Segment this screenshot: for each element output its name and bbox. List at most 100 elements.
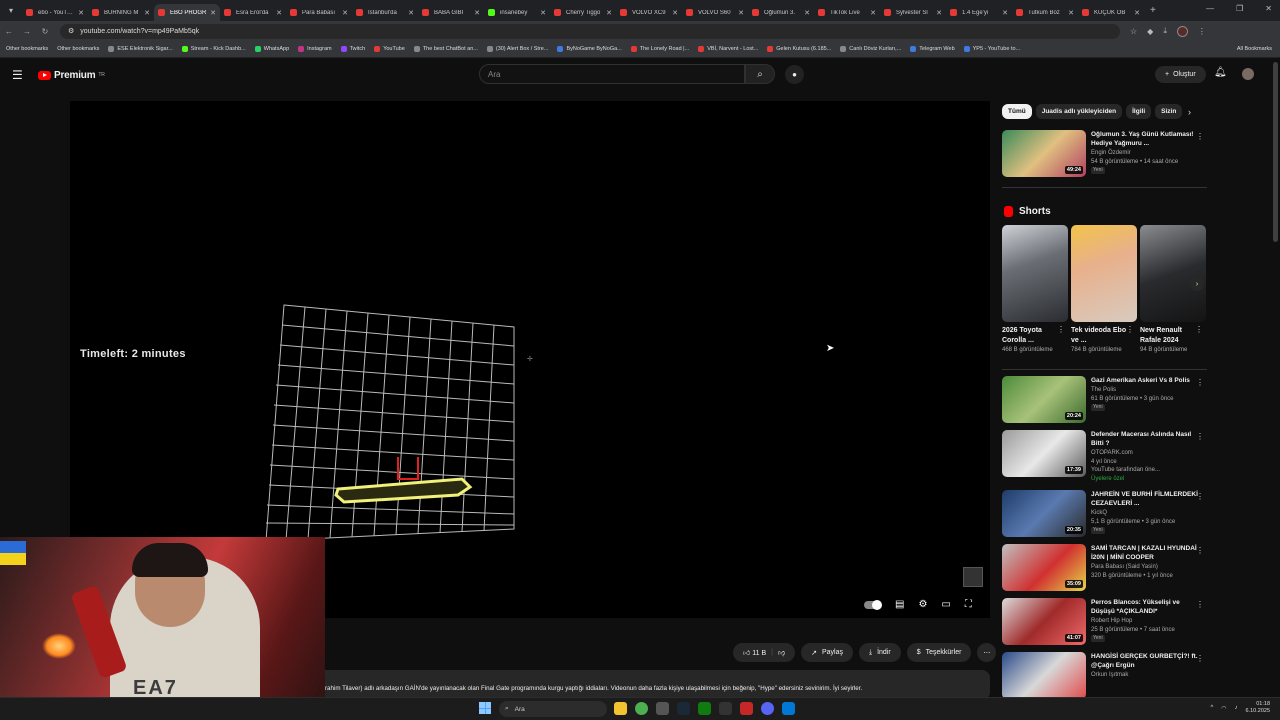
- minimize-icon[interactable]: —: [1206, 4, 1214, 13]
- tab-close-icon[interactable]: ✕: [1134, 9, 1140, 17]
- recommended-video[interactable]: 17:39 Defender Macerası Aslında Nasıl Bit…: [1002, 430, 1207, 483]
- browser-tab[interactable]: ebo - YouTube ✕: [22, 4, 88, 21]
- bookmark-item[interactable]: (30) Alert Box / Stre...: [486, 46, 548, 52]
- xbox-icon[interactable]: [698, 702, 711, 715]
- tab-close-icon[interactable]: ✕: [210, 9, 216, 17]
- short-thumbnail[interactable]: [1140, 225, 1206, 322]
- video-channel[interactable]: Robert Hip Hop: [1091, 617, 1201, 626]
- like-button[interactable]: 👍︎ 11 B: [743, 648, 766, 657]
- tab-close-icon[interactable]: ✕: [870, 9, 876, 17]
- bookmark-item[interactable]: Telegram Web: [910, 46, 955, 52]
- windows-start-icon[interactable]: [479, 702, 491, 714]
- browser-tab[interactable]: KÜÇÜK OB ✕: [1078, 4, 1144, 21]
- back-icon[interactable]: ←: [0, 27, 18, 36]
- short-thumbnail[interactable]: [1002, 225, 1068, 322]
- video-channel[interactable]: OTOPARK.com: [1091, 449, 1201, 458]
- recommended-video[interactable]: 41:07 Perros Blancos: Yükselişi ve Düşüşü…: [1002, 598, 1207, 645]
- browser-tab[interactable]: Esra Erol'da ✕: [220, 4, 286, 21]
- video-title[interactable]: HANGİSİ GERÇEK GURBETÇİ?! ft. @Çağrı Erg…: [1091, 652, 1201, 670]
- short-menu-icon[interactable]: ⋮: [1195, 325, 1203, 334]
- fullscreen-icon[interactable]: ⛶: [965, 599, 972, 610]
- recommended-video[interactable]: HANGİSİ GERÇEK GURBETÇİ?! ft. @Çağrı Erg…: [1002, 652, 1207, 699]
- forward-icon[interactable]: →: [18, 27, 36, 36]
- subtitles-icon[interactable]: ▤: [895, 599, 904, 610]
- tab-close-icon[interactable]: ✕: [672, 9, 678, 17]
- video-menu-icon[interactable]: ⋮: [1196, 546, 1204, 555]
- bookmark-item[interactable]: VBİ, Narvent - Lost...: [698, 46, 758, 52]
- close-window-icon[interactable]: ✕: [1265, 4, 1272, 13]
- browser-tab[interactable]: VOLVO S60 ✕: [682, 4, 748, 21]
- tab-close-icon[interactable]: ✕: [342, 9, 348, 17]
- bookmark-item[interactable]: WhatsApp: [254, 46, 289, 52]
- browser-tab[interactable]: Oğlumun 3. ✕: [748, 4, 814, 21]
- restore-icon[interactable]: ❐: [1236, 4, 1243, 13]
- tab-close-icon[interactable]: ✕: [1068, 9, 1074, 17]
- filter-chip[interactable]: Sizin: [1155, 103, 1183, 119]
- volume-icon[interactable]: ♪: [1235, 705, 1238, 711]
- bookmark-item[interactable]: YouTube: [374, 46, 405, 52]
- video-menu-icon[interactable]: ⋮: [1196, 654, 1204, 663]
- recommended-video[interactable]: 20:24 Gazi Amerikan Askeri Vs 8 Polis The …: [1002, 376, 1207, 423]
- dislike-button[interactable]: 👎︎: [778, 648, 785, 657]
- browser-tab[interactable]: TikTok Live ✕: [814, 4, 880, 21]
- tab-close-icon[interactable]: ✕: [408, 9, 414, 17]
- video-title[interactable]: Gazi Amerikan Askeri Vs 8 Polis: [1091, 376, 1201, 385]
- video-title[interactable]: Defender Macerası Aslında Nasıl Bitti ?: [1091, 430, 1201, 448]
- site-info-icon[interactable]: ⚙: [68, 27, 74, 35]
- taskbar-clock[interactable]: 01:18 6.10.2025: [1246, 701, 1270, 715]
- bookmark-item[interactable]: Instagram: [298, 46, 332, 52]
- chips-next-icon[interactable]: ›: [1188, 107, 1191, 117]
- video-channel[interactable]: KickQ: [1091, 509, 1201, 518]
- video-thumbnail[interactable]: 49:24: [1002, 130, 1086, 177]
- browser-tab[interactable]: BABA GİBİ ✕: [418, 4, 484, 21]
- video-title[interactable]: Perros Blancos: Yükselişi ve Düşüşü *AÇI…: [1091, 598, 1201, 616]
- tab-close-icon[interactable]: ✕: [78, 9, 84, 17]
- browser-tab[interactable]: Cherry Tiggo ✕: [550, 4, 616, 21]
- short-menu-icon[interactable]: ⋮: [1126, 325, 1134, 334]
- video-menu-icon[interactable]: ⋮: [1196, 600, 1204, 609]
- tray-chevron-icon[interactable]: ^: [1210, 705, 1213, 711]
- browser-tab[interactable]: Tutkum Boz ✕: [1012, 4, 1078, 21]
- download-button[interactable]: ⤓ İndir: [858, 643, 901, 662]
- browser-tab[interactable]: Para Babası ✕: [286, 4, 352, 21]
- video-title[interactable]: JAHREİN VE BURHİ FİLMLERDEKİ CEZAEVLERİ …: [1091, 490, 1201, 508]
- app-red-icon[interactable]: [740, 702, 753, 715]
- video-channel[interactable]: Para Babası (Said Yasin): [1091, 563, 1201, 572]
- filter-chip[interactable]: İlgili: [1126, 103, 1152, 119]
- browser-tab[interactable]: İstanbul'da ✕: [352, 4, 418, 21]
- top-recommended-video[interactable]: 49:24 Oğlumun 3. Yaş Günü Kutlaması! Hed…: [1002, 130, 1207, 177]
- discord-icon[interactable]: [761, 702, 774, 715]
- url-field[interactable]: ⚙ youtube.com/watch?v=mp49PaMb5qk: [60, 23, 1120, 39]
- browser-tab[interactable]: EBO PROGR ✕: [154, 4, 220, 21]
- taskbar-search[interactable]: ⌕ Ara: [499, 701, 607, 717]
- youtube-premium-logo[interactable]: Premium TR: [38, 70, 105, 81]
- account-avatar[interactable]: [1242, 68, 1254, 80]
- filter-chip[interactable]: Juadis adlı yükleyiciden: [1035, 103, 1123, 119]
- menu-icon[interactable]: ⋮: [1198, 27, 1206, 36]
- browser-tab[interactable]: 1.4 Ege'yi ✕: [946, 4, 1012, 21]
- tab-close-icon[interactable]: ✕: [738, 9, 744, 17]
- filter-chip[interactable]: Tümü: [1002, 103, 1032, 119]
- tab-search-icon[interactable]: ▾: [0, 0, 22, 21]
- video-menu-icon[interactable]: ⋮: [1196, 132, 1204, 141]
- recommended-video[interactable]: 35:09 SAMİ TARCAN | KAZALI HYUNDAİ İ20N |…: [1002, 544, 1207, 591]
- short-item[interactable]: Tek videoda Ebo ve ... 784 B görüntüleme ⋮: [1071, 225, 1137, 355]
- video-channel[interactable]: Engin Özdemir: [1091, 149, 1201, 158]
- bookmark-item[interactable]: Canlı Döviz Kurları,...: [840, 46, 901, 52]
- bookmark-item[interactable]: Other bookmarks: [57, 46, 99, 52]
- tab-close-icon[interactable]: ✕: [804, 9, 810, 17]
- video-thumbnail[interactable]: 17:39: [1002, 430, 1086, 477]
- video-channel[interactable]: Orkun Işıtmak: [1091, 671, 1201, 680]
- all-bookmarks-link[interactable]: All Bookmarks: [1237, 46, 1272, 52]
- obs-icon[interactable]: [656, 702, 669, 715]
- network-icon[interactable]: ◠: [1221, 705, 1226, 712]
- browser-tab[interactable]: Sylvester Sl ✕: [880, 4, 946, 21]
- bookmark-item[interactable]: ESE Elektronik Sigar...: [108, 46, 173, 52]
- notifications-bell-icon[interactable]: 🔔︎: [1214, 67, 1227, 78]
- video-menu-icon[interactable]: ⋮: [1196, 432, 1204, 441]
- bookmark-item[interactable]: The best ChatBot an...: [413, 46, 478, 52]
- app-icon[interactable]: [719, 702, 732, 715]
- profile-avatar[interactable]: [1176, 25, 1188, 37]
- thanks-button[interactable]: $ Teşekkürler: [906, 643, 972, 662]
- bookmark-item[interactable]: Other bookmarks: [6, 46, 48, 52]
